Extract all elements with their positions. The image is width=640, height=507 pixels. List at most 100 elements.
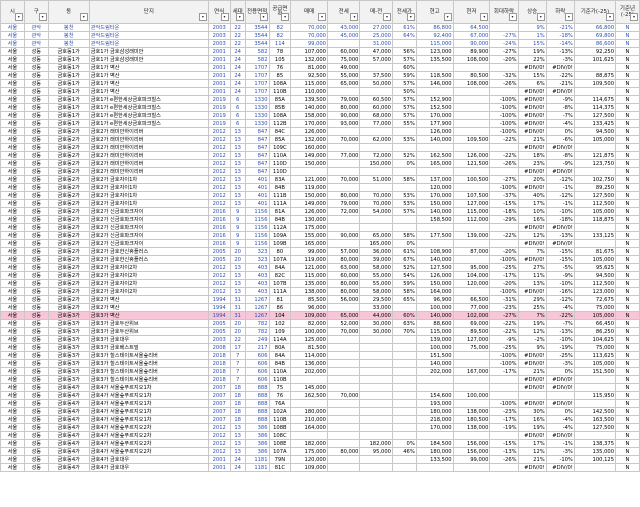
table-cell[interactable] <box>573 167 617 176</box>
table-cell[interactable]: N <box>615 223 640 232</box>
table-cell[interactable]: -18% <box>489 207 519 216</box>
table-cell[interactable]: 69,000 <box>452 319 491 328</box>
table-cell[interactable]: N <box>615 71 640 80</box>
table-cell[interactable]: 성동 <box>23 167 49 176</box>
table-cell[interactable]: 80,000 <box>326 191 361 200</box>
table-cell[interactable]: 금호3가 벽산 <box>88 311 209 320</box>
table-cell[interactable]: 9% <box>517 343 547 352</box>
table-cell[interactable]: 금호2가 래미안하이리버 <box>88 135 209 144</box>
table-cell[interactable]: 582 <box>244 47 270 56</box>
table-row[interactable]: 서울 관악 봉천 관악드림타운 2003 22 3544 114 99,000 31,000 115… <box>0 39 640 48</box>
table-cell[interactable]: 성동 <box>23 223 49 232</box>
table-cell[interactable]: 110D <box>268 159 292 168</box>
table-row[interactable]: 서울 성동 금호동1가 금호1가 금호삼성래미안 2001 24 582 105 132,000… <box>0 55 640 64</box>
table-cell[interactable]: -15% <box>489 199 519 208</box>
table-cell[interactable] <box>391 423 417 432</box>
table-cell[interactable] <box>391 463 417 472</box>
table-cell[interactable]: 성동 <box>23 359 49 368</box>
table-cell[interactable]: 70,000 <box>326 175 361 184</box>
table-cell[interactable]: 금호동4가 <box>47 423 90 432</box>
table-cell[interactable]: 금호2가 금호자이1차 <box>88 183 209 192</box>
table-cell[interactable]: 금호동2가 <box>47 127 90 136</box>
table-cell[interactable]: 금호동1가 <box>47 47 90 56</box>
table-cell[interactable]: 111A <box>268 199 292 208</box>
table-cell[interactable]: 13 <box>229 135 246 144</box>
table-cell[interactable]: 582 <box>244 55 270 64</box>
table-cell[interactable]: 금호동2가 <box>47 271 90 280</box>
table-cell[interactable]: 99,000 <box>290 39 328 48</box>
table-row[interactable]: 서울 성동 금호동2가 금호2가 금호자이2차 2012 13 403 84A 121,000 6… <box>0 263 640 272</box>
table-cell[interactable]: 70,000 <box>290 23 328 32</box>
table-cell[interactable]: 2012 <box>207 167 231 176</box>
table-cell[interactable]: 108,000 <box>452 55 491 64</box>
table-cell[interactable]: #DIV/0! <box>517 463 547 472</box>
table-cell[interactable]: 80,000 <box>326 447 361 456</box>
table-cell[interactable]: 금호동2가 <box>47 159 90 168</box>
table-cell[interactable]: N <box>615 463 640 472</box>
table-cell[interactable]: 150,000 <box>359 159 393 168</box>
table-cell[interactable]: -32% <box>489 71 519 80</box>
table-cell[interactable]: 0% <box>391 239 417 248</box>
table-cell[interactable]: 성동 <box>23 423 49 432</box>
table-cell[interactable]: N <box>615 343 640 352</box>
filter-dropdown-icon[interactable]: ▾ <box>198 13 207 21</box>
table-cell[interactable] <box>359 183 393 192</box>
table-cell[interactable]: 0% <box>545 127 575 136</box>
table-cell[interactable]: 성동 <box>23 135 49 144</box>
table-cell[interactable]: 401 <box>244 183 270 192</box>
table-cell[interactable]: 193,000 <box>415 399 454 408</box>
table-cell[interactable]: 888 <box>244 391 270 400</box>
table-cell[interactable]: N <box>615 95 640 104</box>
table-cell[interactable]: -16% <box>545 287 575 296</box>
table-cell[interactable]: 13 <box>229 151 246 160</box>
table-cell[interactable]: 금호2가 래미안하이리버 <box>88 159 209 168</box>
table-cell[interactable]: 76A <box>268 399 292 408</box>
table-cell[interactable]: 서울 <box>0 207 25 216</box>
table-cell[interactable]: 19% <box>517 423 547 432</box>
table-cell[interactable] <box>326 159 361 168</box>
table-cell[interactable]: 성동 <box>23 287 49 296</box>
table-cell[interactable]: #DIV/0! <box>517 143 547 152</box>
table-cell[interactable]: 성동 <box>23 199 49 208</box>
table-cell[interactable] <box>326 215 361 224</box>
table-cell[interactable]: 금호동2가 <box>47 295 90 304</box>
table-cell[interactable]: 서울 <box>0 319 25 328</box>
table-cell[interactable]: 86,250 <box>573 327 617 336</box>
table-cell[interactable]: 금호동2가 <box>47 223 90 232</box>
table-cell[interactable]: 154,600 <box>415 391 454 400</box>
table-cell[interactable]: N <box>615 63 640 72</box>
table-cell[interactable]: 2007 <box>207 399 231 408</box>
table-cell[interactable]: 30,000 <box>359 319 393 328</box>
table-cell[interactable]: 서울 <box>0 159 25 168</box>
table-cell[interactable]: 관악드림타운 <box>88 23 209 32</box>
table-cell[interactable]: N <box>615 351 640 360</box>
table-cell[interactable]: 금호동2가 <box>47 247 90 256</box>
table-cell[interactable]: 2012 <box>207 431 231 440</box>
table-cell[interactable]: 120,000 <box>290 455 328 464</box>
table-cell[interactable] <box>359 167 393 176</box>
table-cell[interactable]: -25% <box>545 351 575 360</box>
table-cell[interactable]: 82C <box>268 271 292 280</box>
table-cell[interactable]: 22 <box>229 23 246 32</box>
table-cell[interactable] <box>359 399 393 408</box>
table-cell[interactable] <box>326 335 361 344</box>
table-row[interactable]: 서울 성동 금호동3가 금호3가 힐스테이트서울숲리버 2018 7 606 84B 136,0… <box>0 359 640 368</box>
table-cell[interactable]: 118,500 <box>415 71 454 80</box>
table-cell[interactable]: 0% <box>391 439 417 448</box>
table-cell[interactable]: 81,000 <box>290 63 328 72</box>
table-cell[interactable]: 114,375 <box>573 103 617 112</box>
table-cell[interactable]: 96,000 <box>290 303 328 312</box>
table-cell[interactable]: 80,000 <box>326 103 361 112</box>
table-cell[interactable]: 성동 <box>23 247 49 256</box>
table-cell[interactable] <box>359 463 393 472</box>
table-cell[interactable]: 12% <box>517 231 547 240</box>
table-cell[interactable]: -22% <box>489 151 519 160</box>
table-cell[interactable]: 0% <box>391 159 417 168</box>
table-cell[interactable]: 139,500 <box>290 95 328 104</box>
table-cell[interactable]: N <box>615 39 640 48</box>
table-cell[interactable]: 120,000 <box>452 279 491 288</box>
table-cell[interactable]: 2012 <box>207 135 231 144</box>
table-cell[interactable]: #DIV/0! <box>517 351 547 360</box>
table-cell[interactable]: -100% <box>489 103 519 112</box>
table-cell[interactable]: -17% <box>489 415 519 424</box>
